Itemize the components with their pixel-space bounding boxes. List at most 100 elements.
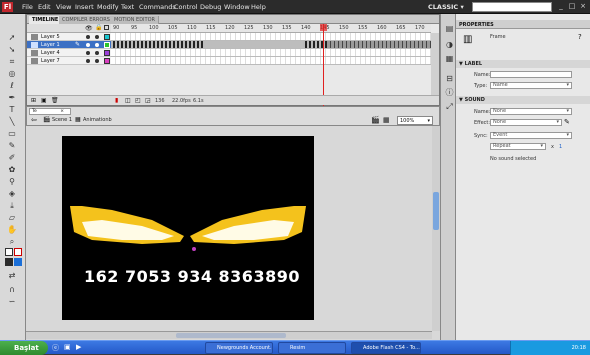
- swatches-icon[interactable]: ▦: [445, 54, 454, 63]
- library-icon[interactable]: ▤: [445, 24, 454, 33]
- taskbar-button[interactable]: Newgrounds Account...: [205, 342, 273, 354]
- stroke-none-icon[interactable]: [14, 248, 22, 256]
- effect-select[interactable]: None ▾: [490, 119, 562, 126]
- scroll-thumb[interactable]: [433, 192, 439, 230]
- close-tab-icon[interactable]: ×: [60, 109, 64, 114]
- menu-window[interactable]: Window: [224, 3, 250, 11]
- pencil-tool-icon[interactable]: ✎: [4, 140, 20, 151]
- playhead[interactable]: [323, 24, 324, 106]
- tab-timeline[interactable]: TIMELINE: [29, 16, 63, 24]
- tab-compiler-errors[interactable]: COMPILER ERRORS: [59, 16, 114, 24]
- visibility-dot[interactable]: [86, 51, 90, 55]
- tab-motion-editor[interactable]: MOTION EDITOR: [111, 16, 159, 24]
- menu-help[interactable]: Help: [251, 3, 266, 11]
- taskbar-button-active[interactable]: Adobe Flash CS4 - To...: [351, 342, 421, 354]
- frame-ruler[interactable]: 90 95 100 105 110 115 120 125 130 135 14…: [111, 24, 431, 33]
- visibility-dot[interactable]: [86, 59, 90, 63]
- label-section-header[interactable]: ▼ LABEL: [456, 60, 590, 68]
- start-button[interactable]: Başlat: [0, 341, 48, 355]
- paint-bucket-tool-icon[interactable]: ◈: [4, 188, 20, 199]
- zoom-tool-icon[interactable]: ⌕: [4, 236, 20, 247]
- selection-tool-icon[interactable]: ➚: [4, 32, 20, 43]
- menu-file[interactable]: File: [22, 3, 33, 11]
- bone-tool-icon[interactable]: ⚲: [4, 176, 20, 187]
- visibility-dot[interactable]: [86, 43, 90, 47]
- menu-commands[interactable]: Commands: [139, 3, 176, 11]
- stage-vertical-scrollbar[interactable]: [432, 126, 440, 331]
- eyedropper-tool-icon[interactable]: ⤓: [4, 200, 20, 211]
- menu-control[interactable]: Control: [174, 3, 198, 11]
- brush-tool-icon[interactable]: ✐: [4, 152, 20, 163]
- rectangle-tool-icon[interactable]: ▭: [4, 128, 20, 139]
- snap-to-objects-icon[interactable]: ∩: [4, 284, 20, 295]
- subselection-tool-icon[interactable]: ➘: [4, 44, 20, 55]
- layer-row[interactable]: Layer 4: [27, 49, 111, 57]
- deco-tool-icon[interactable]: ✿: [4, 164, 20, 175]
- outline-color-swatch[interactable]: [104, 50, 110, 56]
- hand-tool-icon[interactable]: ✋: [4, 224, 20, 235]
- eye-icon[interactable]: 👁: [85, 25, 93, 32]
- lasso-tool-icon[interactable]: ℓ: [4, 80, 20, 91]
- help-icon[interactable]: ?: [578, 33, 582, 41]
- ie-icon[interactable]: ⓔ: [52, 343, 59, 353]
- back-arrow-icon[interactable]: ⇦: [31, 116, 37, 124]
- info-icon[interactable]: ⓘ: [445, 88, 454, 97]
- workspace-switcher[interactable]: CLASSIC ▾: [428, 3, 464, 11]
- scroll-thumb[interactable]: [176, 333, 286, 338]
- pen-tool-icon[interactable]: ✒: [4, 92, 20, 103]
- line-tool-icon[interactable]: ╲: [4, 116, 20, 127]
- new-folder-icon[interactable]: ▣: [41, 97, 47, 104]
- onion-skin-icon[interactable]: ◫: [125, 97, 131, 104]
- outline-color-swatch[interactable]: [104, 58, 110, 64]
- desktop-icon[interactable]: ▣: [64, 343, 71, 351]
- media-icon[interactable]: ▶: [76, 343, 81, 351]
- menu-edit[interactable]: Edit: [38, 3, 51, 11]
- align-icon[interactable]: ⊟: [445, 74, 454, 83]
- sound-section-header[interactable]: ▼ SOUND: [456, 96, 590, 104]
- eraser-tool-icon[interactable]: ▱: [4, 212, 20, 223]
- breadcrumb-symbol[interactable]: Animationb: [83, 117, 112, 123]
- layer-row[interactable]: Layer 5: [27, 33, 111, 41]
- edit-scene-icon[interactable]: 🎬: [371, 116, 380, 124]
- stroke-color-swatch[interactable]: [5, 248, 13, 256]
- zoom-select[interactable]: 100% ▾: [397, 116, 433, 125]
- smooth-option-icon[interactable]: ∽: [4, 296, 20, 307]
- layer-row[interactable]: Layer 1 ✎: [27, 41, 111, 49]
- close-icon[interactable]: ×: [578, 2, 588, 11]
- menu-text[interactable]: Text: [121, 3, 134, 11]
- color-icon[interactable]: ◑: [445, 40, 454, 49]
- lock-dot[interactable]: [95, 59, 99, 63]
- edit-symbols-icon[interactable]: ▦: [383, 116, 390, 124]
- outline-color-swatch[interactable]: [104, 42, 110, 48]
- maximize-icon[interactable]: □: [567, 2, 577, 11]
- lock-icon[interactable]: 🔒: [95, 24, 102, 31]
- minimize-icon[interactable]: _: [556, 2, 566, 11]
- menu-insert[interactable]: Insert: [75, 3, 94, 11]
- menu-modify[interactable]: Modify: [97, 3, 119, 11]
- fill-bucket-icon[interactable]: [5, 258, 13, 266]
- center-frame-icon[interactable]: ▮: [115, 97, 118, 104]
- menu-debug[interactable]: Debug: [200, 3, 221, 11]
- edit-envelope-icon[interactable]: ✎: [564, 118, 570, 126]
- taskbar-button[interactable]: Resim: [278, 342, 346, 354]
- lock-dot[interactable]: [95, 43, 99, 47]
- layer-row[interactable]: Layer 7: [27, 57, 111, 65]
- frame-name-input[interactable]: [490, 71, 572, 78]
- repeat-count[interactable]: 1: [559, 144, 562, 150]
- fill-color-swatch[interactable]: [14, 258, 22, 266]
- repeat-select[interactable]: Repeat ▾: [490, 143, 546, 150]
- outline-icon[interactable]: [104, 25, 109, 30]
- properties-tab[interactable]: PROPERTIES: [456, 20, 590, 29]
- delete-layer-icon[interactable]: 🗑: [51, 97, 59, 104]
- stage-horizontal-scrollbar[interactable]: [26, 331, 432, 339]
- swap-colors-icon[interactable]: ⇄: [4, 270, 20, 281]
- free-transform-tool-icon[interactable]: ⌗: [4, 56, 20, 67]
- onion-outline-icon[interactable]: ◰: [135, 97, 141, 104]
- lock-dot[interactable]: [95, 35, 99, 39]
- visibility-dot[interactable]: [86, 35, 90, 39]
- phone-number-text[interactable]: 162 7053 934 8363890: [84, 267, 300, 286]
- document-tab[interactable]: Te ×: [29, 108, 71, 115]
- new-layer-icon[interactable]: ⊞: [31, 97, 36, 104]
- label-type-select[interactable]: Name ▾: [490, 82, 572, 89]
- stage[interactable]: [62, 136, 314, 320]
